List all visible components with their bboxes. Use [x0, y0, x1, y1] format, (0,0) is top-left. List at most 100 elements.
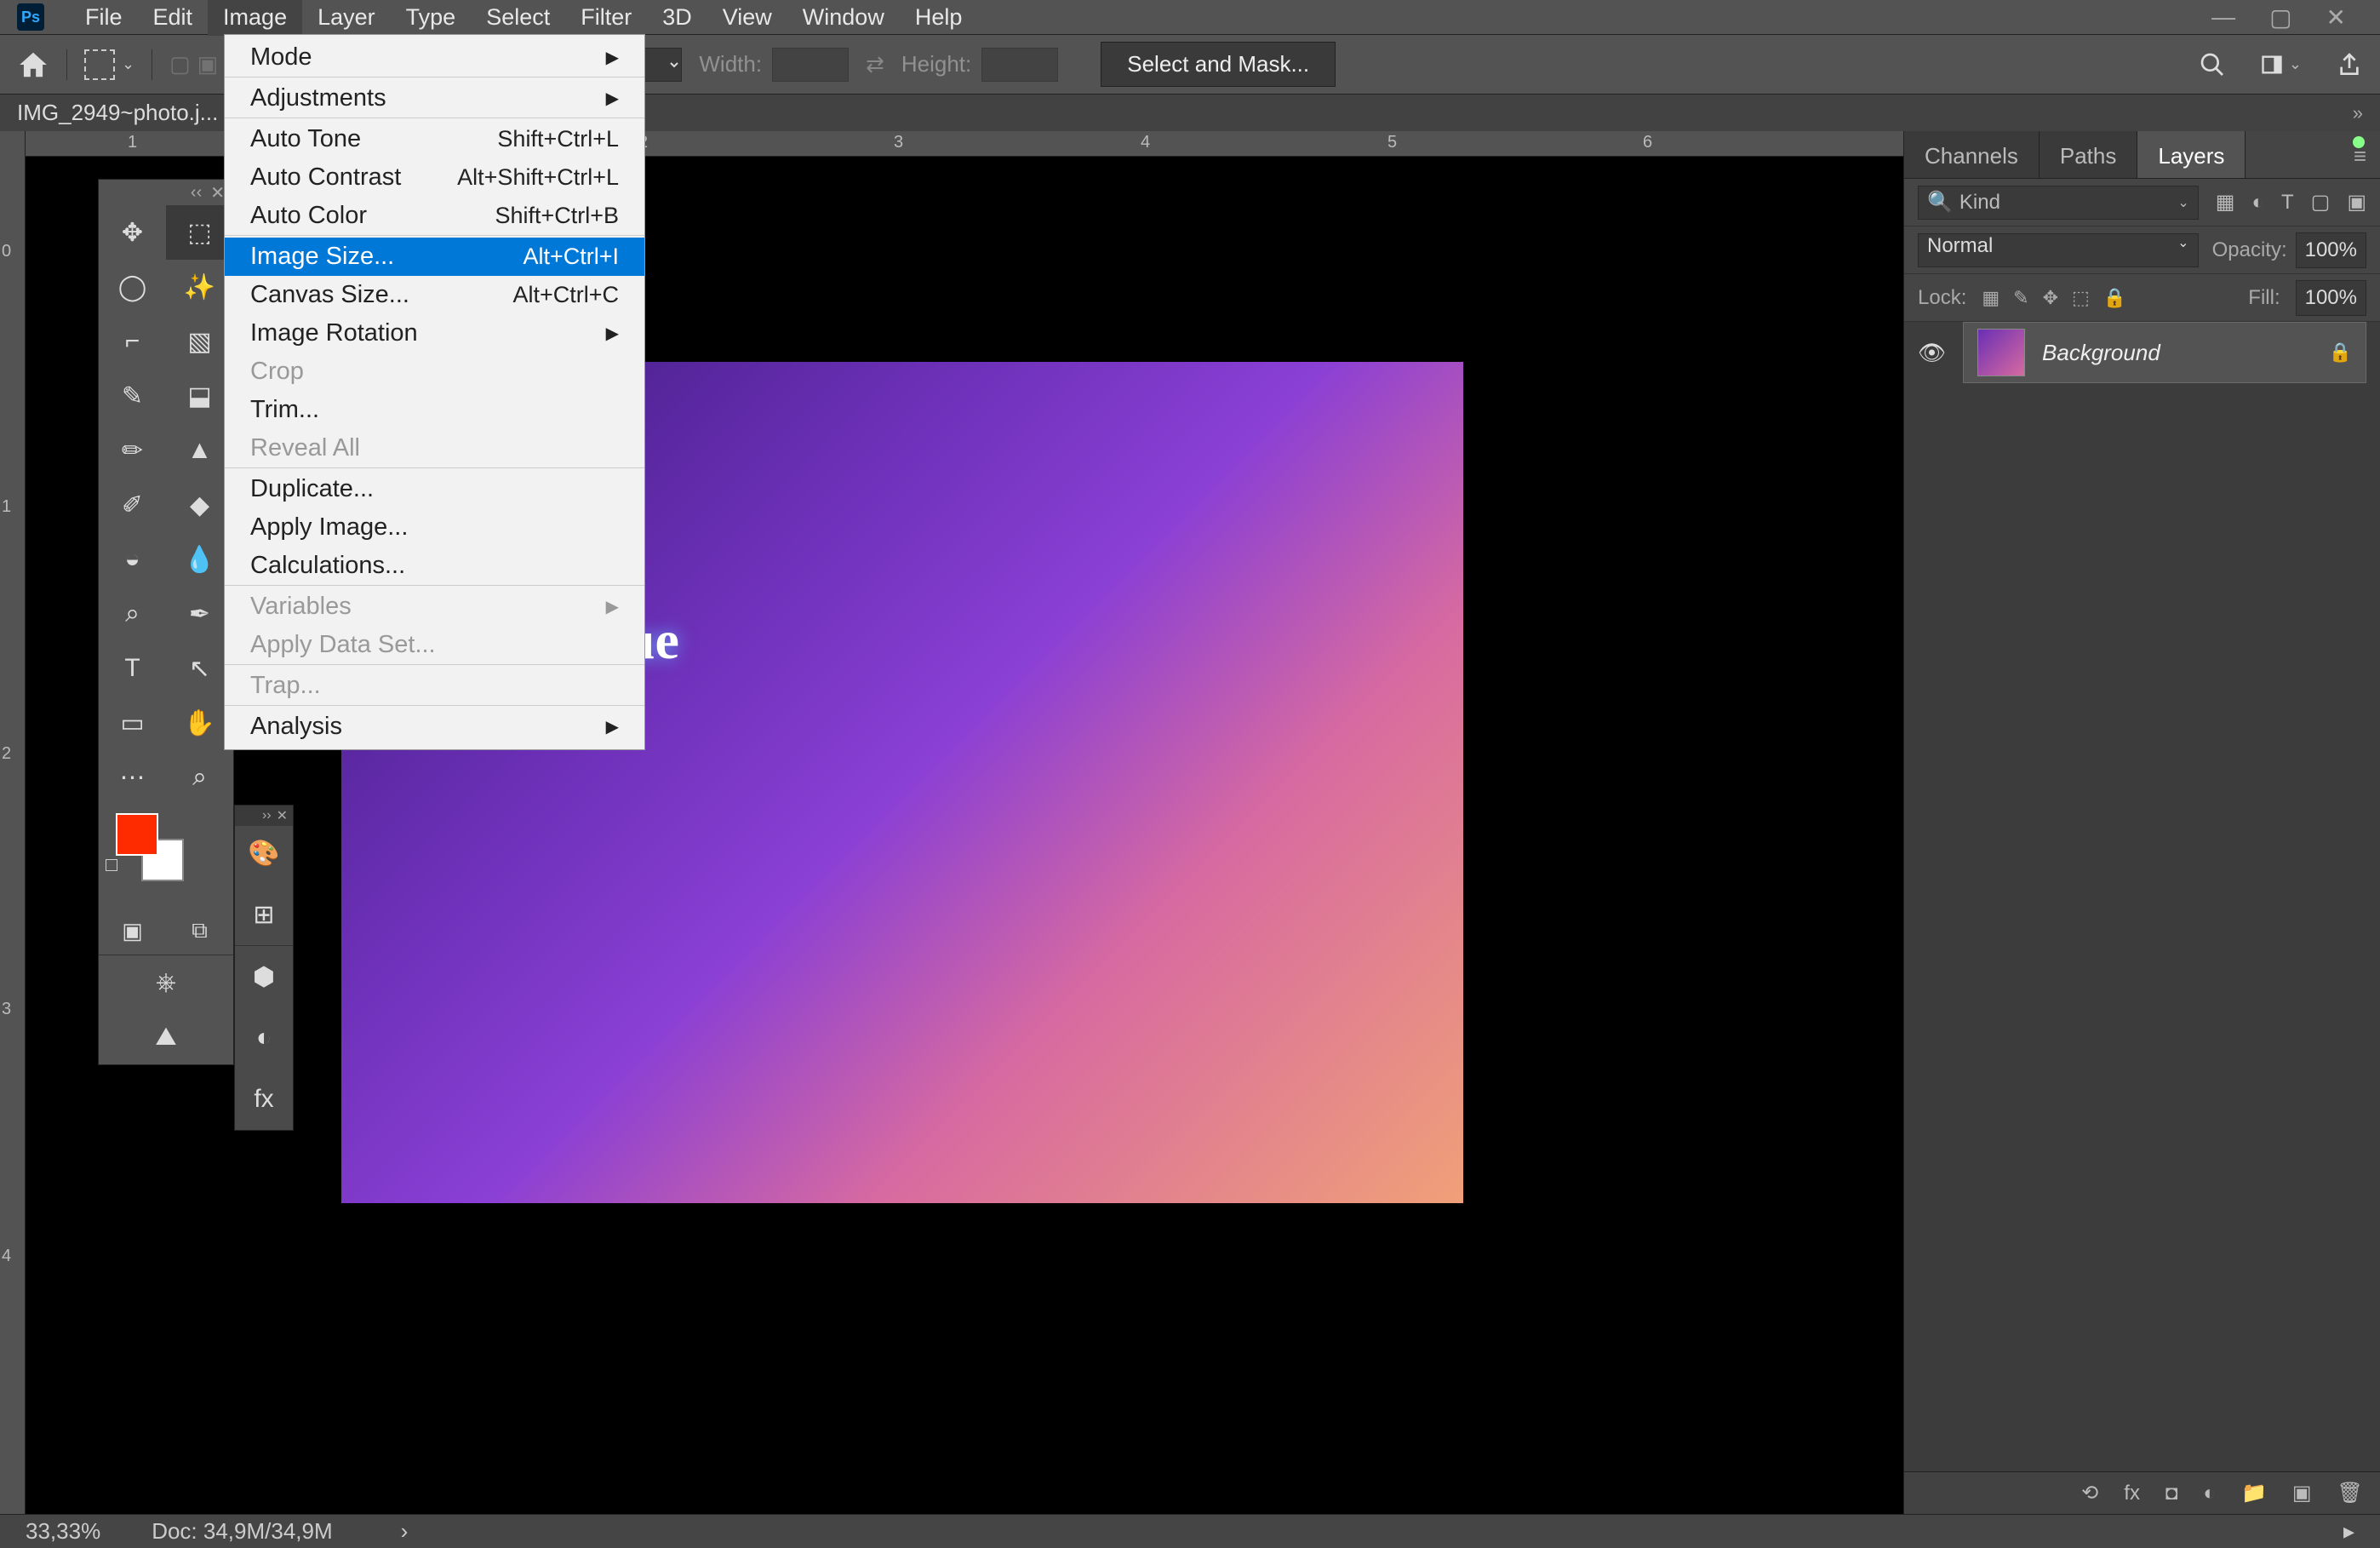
foreground-color-swatch[interactable]: [116, 813, 158, 856]
menu-view[interactable]: View: [707, 0, 787, 36]
minimize-icon[interactable]: —: [2211, 3, 2235, 32]
filter-adjustment-icon[interactable]: ◐: [2251, 191, 2264, 215]
shape-tool[interactable]: ▭: [99, 696, 166, 750]
menuitem-canvas-size[interactable]: Canvas Size...Alt+Ctrl+C: [225, 276, 644, 314]
swap-dimensions-icon[interactable]: ⇄: [866, 51, 884, 77]
layer-mask-icon[interactable]: ◘: [2165, 1482, 2178, 1505]
marquee-tool-icon[interactable]: [84, 49, 115, 80]
scroll-right-icon[interactable]: ▸: [2343, 1518, 2354, 1545]
menuitem-auto-contrast[interactable]: Auto ContrastAlt+Shift+Ctrl+L: [225, 158, 644, 197]
crop-tool[interactable]: ⌐: [99, 314, 166, 369]
filter-shape-icon[interactable]: ▢: [2311, 190, 2331, 215]
width-input[interactable]: [772, 48, 849, 82]
menu-help[interactable]: Help: [900, 0, 978, 36]
quick-mask-icon[interactable]: ▣: [99, 907, 166, 955]
tab-paths[interactable]: Paths: [2040, 131, 2138, 178]
home-icon[interactable]: [17, 49, 49, 81]
color-panel-icon[interactable]: 🎨: [235, 823, 293, 884]
menuitem-adjustments[interactable]: Adjustments▶: [225, 79, 644, 118]
height-input[interactable]: [981, 48, 1058, 82]
extra-tool-landscape[interactable]: ⛰: [99, 1010, 233, 1064]
maximize-icon[interactable]: ▢: [2269, 3, 2291, 32]
group-icon[interactable]: 📁: [2241, 1481, 2267, 1505]
search-icon[interactable]: [2199, 51, 2226, 78]
history-brush-tool[interactable]: ✐: [99, 478, 166, 532]
menuitem-mode[interactable]: Mode▶: [225, 38, 644, 77]
lock-all-icon[interactable]: 🔒: [2103, 287, 2126, 309]
move-tool[interactable]: ✥: [99, 205, 166, 260]
menuitem-image-size[interactable]: Image Size...Alt+Ctrl+I: [225, 238, 644, 276]
opacity-value[interactable]: 100%: [2296, 232, 2366, 268]
select-and-mask-button[interactable]: Select and Mask...: [1101, 42, 1336, 87]
menuitem-duplicate[interactable]: Duplicate...: [225, 470, 644, 508]
gradient-tool[interactable]: ◒: [99, 532, 166, 587]
layer-lock-icon[interactable]: 🔒: [2329, 341, 2352, 364]
swatches-panel-icon[interactable]: ⊞: [235, 884, 293, 945]
extra-tool-wheel[interactable]: ⎈: [99, 955, 233, 1010]
menu-file[interactable]: File: [70, 0, 138, 36]
chevron-down-icon[interactable]: ⌄: [122, 55, 134, 73]
adjustments-panel-icon[interactable]: ◐: [235, 1007, 293, 1069]
share-icon[interactable]: [2336, 51, 2363, 78]
menu-select[interactable]: Select: [471, 0, 565, 36]
zoom-tool[interactable]: ⌕: [166, 750, 233, 805]
close-panel-icon[interactable]: ✕: [210, 182, 225, 204]
fill-value[interactable]: 100%: [2296, 280, 2366, 316]
layer-row[interactable]: Background 🔒: [1963, 322, 2366, 383]
expand-panels-icon[interactable]: »: [2353, 102, 2363, 124]
menuitem-image-rotation[interactable]: Image Rotation▶: [225, 314, 644, 353]
zoom-level[interactable]: 33,33%: [26, 1518, 100, 1545]
selection-mode-new-icon[interactable]: ▢: [169, 51, 191, 77]
tab-channels[interactable]: Channels: [1904, 131, 2040, 178]
layer-kind-dropdown[interactable]: 🔍 Kind ⌄: [1918, 186, 2199, 220]
dodge-tool[interactable]: ⌕: [99, 587, 166, 641]
menu-3d[interactable]: 3D: [647, 0, 707, 36]
filter-pixel-icon[interactable]: ▦: [2216, 190, 2235, 215]
menuitem-trim[interactable]: Trim...: [225, 391, 644, 429]
layer-style-icon[interactable]: fx: [2124, 1482, 2140, 1505]
menu-filter[interactable]: Filter: [565, 0, 647, 36]
strip-close-icon[interactable]: ✕: [277, 807, 288, 824]
more-tools[interactable]: ⋯: [99, 750, 166, 805]
workspace-icon[interactable]: ⌄: [2260, 53, 2302, 77]
menu-type[interactable]: Type: [391, 0, 472, 36]
properties-panel-icon[interactable]: ⬢: [235, 946, 293, 1007]
styles-panel-icon[interactable]: fx: [235, 1069, 293, 1130]
lock-pixels-icon[interactable]: ✎: [2013, 287, 2028, 309]
eyedropper-tool[interactable]: ✎: [99, 369, 166, 423]
height-label: Height:: [901, 51, 971, 77]
menu-edit[interactable]: Edit: [138, 0, 209, 36]
ruler-tick: 4: [1141, 133, 1150, 152]
type-tool[interactable]: T: [99, 641, 166, 696]
visibility-icon[interactable]: 👁: [1918, 340, 1946, 366]
menu-layer[interactable]: Layer: [302, 0, 391, 36]
menuitem-auto-color[interactable]: Auto ColorShift+Ctrl+B: [225, 197, 644, 236]
menuitem-auto-tone[interactable]: Auto ToneShift+Ctrl+L: [225, 120, 644, 158]
filter-smart-icon[interactable]: ▣: [2347, 190, 2366, 215]
screen-mode-icon[interactable]: ⧉: [166, 907, 233, 955]
lock-transparent-icon[interactable]: ▦: [1982, 287, 2000, 309]
delete-layer-icon[interactable]: 🗑: [2337, 1481, 2363, 1505]
menuitem-analysis[interactable]: Analysis▶: [225, 708, 644, 746]
menuitem-apply-image[interactable]: Apply Image...: [225, 508, 644, 547]
brush-tool[interactable]: ✏: [99, 423, 166, 478]
link-layers-icon[interactable]: ⟲: [2081, 1481, 2098, 1505]
default-colors-icon[interactable]: [106, 859, 117, 871]
status-more-icon[interactable]: ›: [401, 1518, 409, 1545]
document-tab[interactable]: IMG_2949~photo.j...: [17, 100, 218, 126]
filter-type-icon[interactable]: T: [2281, 191, 2294, 215]
menuitem-calculations[interactable]: Calculations...: [225, 547, 644, 586]
tab-layers[interactable]: Layers: [2137, 131, 2246, 178]
lock-position-icon[interactable]: ✥: [2043, 287, 2058, 309]
menu-image[interactable]: Image: [208, 0, 302, 36]
collapse-icon[interactable]: ‹‹: [191, 183, 202, 203]
blend-mode-select[interactable]: Normal⌄: [1918, 233, 2199, 267]
close-icon[interactable]: ✕: [2326, 3, 2346, 32]
strip-expand-icon[interactable]: ››: [262, 808, 272, 823]
selection-mode-add-icon[interactable]: ▣: [197, 51, 219, 77]
new-layer-icon[interactable]: ▣: [2292, 1481, 2312, 1505]
adjustment-layer-icon[interactable]: ◐: [2203, 1482, 2216, 1505]
lock-artboard-icon[interactable]: ⬚: [2072, 287, 2090, 309]
menu-window[interactable]: Window: [787, 0, 900, 36]
lasso-tool[interactable]: ◯: [99, 260, 166, 314]
